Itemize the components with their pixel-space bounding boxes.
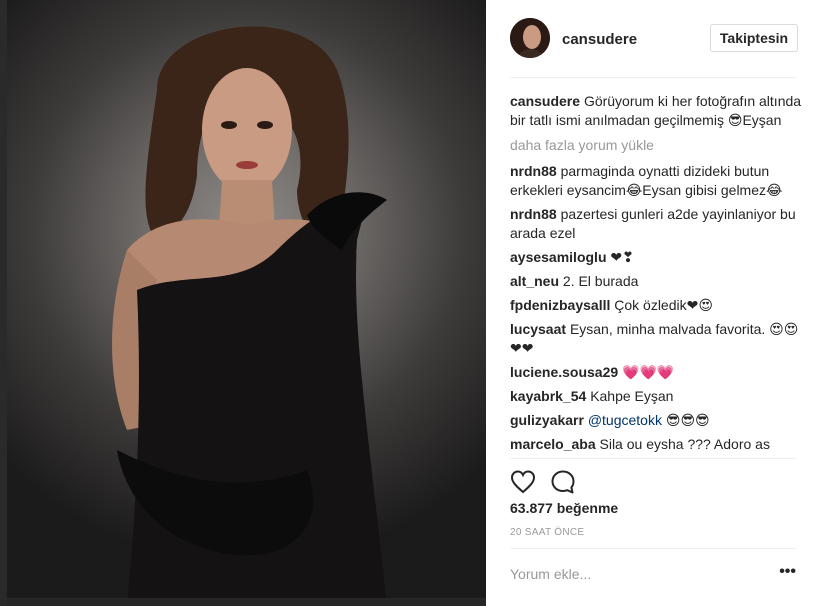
post-details-panel: cansudere Takiptesin cansudere Görüyorum… <box>486 0 820 606</box>
comment-username[interactable]: marcelo_aba <box>510 436 596 452</box>
comment-username[interactable]: alt_neu <box>510 273 559 289</box>
more-options-icon[interactable]: ••• <box>779 563 796 581</box>
comment-text: ❤❣ <box>610 249 634 265</box>
avatar[interactable] <box>510 18 550 58</box>
list-item: kayabrk_54 Kahpe Eyşan <box>510 387 802 406</box>
comment-text: 2. El burada <box>562 273 639 289</box>
load-more-comments-link[interactable]: daha fazla yorum yükle <box>510 136 802 155</box>
following-button[interactable]: Takiptesin <box>710 24 798 52</box>
comment-text: 😎😎😎 <box>665 412 710 428</box>
post-username[interactable]: cansudere <box>562 31 637 48</box>
post-header: cansudere Takiptesin <box>510 16 798 78</box>
list-item: lucysaat Eysan, minha malvada favorita. … <box>510 320 802 358</box>
heart-icon[interactable] <box>510 469 536 495</box>
post-photo <box>7 0 486 606</box>
comment-username[interactable]: lucysaat <box>510 321 566 337</box>
list-item: nrdn88 pazertesi gunleri a2de yayinlaniy… <box>510 205 802 243</box>
add-comment-section: ••• <box>510 548 796 598</box>
caption: cansudere Görüyorum ki her fotoğrafın al… <box>510 92 802 130</box>
list-item: gulizyakarr @tugcetokk 😎😎😎 <box>510 411 802 430</box>
comment-username[interactable]: aysesamiloglu <box>510 249 607 265</box>
list-item: alt_neu 2. El burada <box>510 272 802 291</box>
list-item: fpdenizbaysalll Çok özledik❤😍 <box>510 296 802 315</box>
list-item: nrdn88 parmaginda oynatti dizideki butun… <box>510 162 802 200</box>
list-item: aysesamiloglu ❤❣ <box>510 248 802 267</box>
page-backdrop <box>0 0 7 606</box>
comment-input[interactable] <box>510 563 760 585</box>
post-timestamp: 20 SAAT ÖNCE <box>510 527 585 538</box>
mention-link[interactable]: @tugcetokk <box>588 412 662 428</box>
page-backdrop-bottom <box>7 598 486 606</box>
comment-list[interactable]: cansudere Görüyorum ki her fotoğrafın al… <box>510 92 802 456</box>
comment-text: 💗💗💗 <box>622 364 675 380</box>
comment-text: Kahpe Eyşan <box>590 388 674 404</box>
comment-username[interactable]: nrdn88 <box>510 163 557 179</box>
post-actions <box>510 458 796 502</box>
comment-username[interactable]: nrdn88 <box>510 206 557 222</box>
comment-text: Çok özledik❤😍 <box>614 297 713 313</box>
list-item: luciene.sousa29 💗💗💗 <box>510 363 802 382</box>
comment-username[interactable]: gulizyakarr <box>510 412 584 428</box>
comment-username[interactable]: kayabrk_54 <box>510 388 586 404</box>
caption-username[interactable]: cansudere <box>510 93 580 109</box>
list-item: marcelo_aba Sila ou eysha ??? Adoro as <box>510 435 802 454</box>
comment-username[interactable]: fpdenizbaysalll <box>510 297 610 313</box>
likes-count[interactable]: 63.877 beğenme <box>510 500 618 516</box>
comment-text: Sila ou eysha ??? Adoro as <box>599 436 770 452</box>
comment-bubble-icon[interactable] <box>550 469 576 495</box>
comment-username[interactable]: luciene.sousa29 <box>510 364 618 380</box>
